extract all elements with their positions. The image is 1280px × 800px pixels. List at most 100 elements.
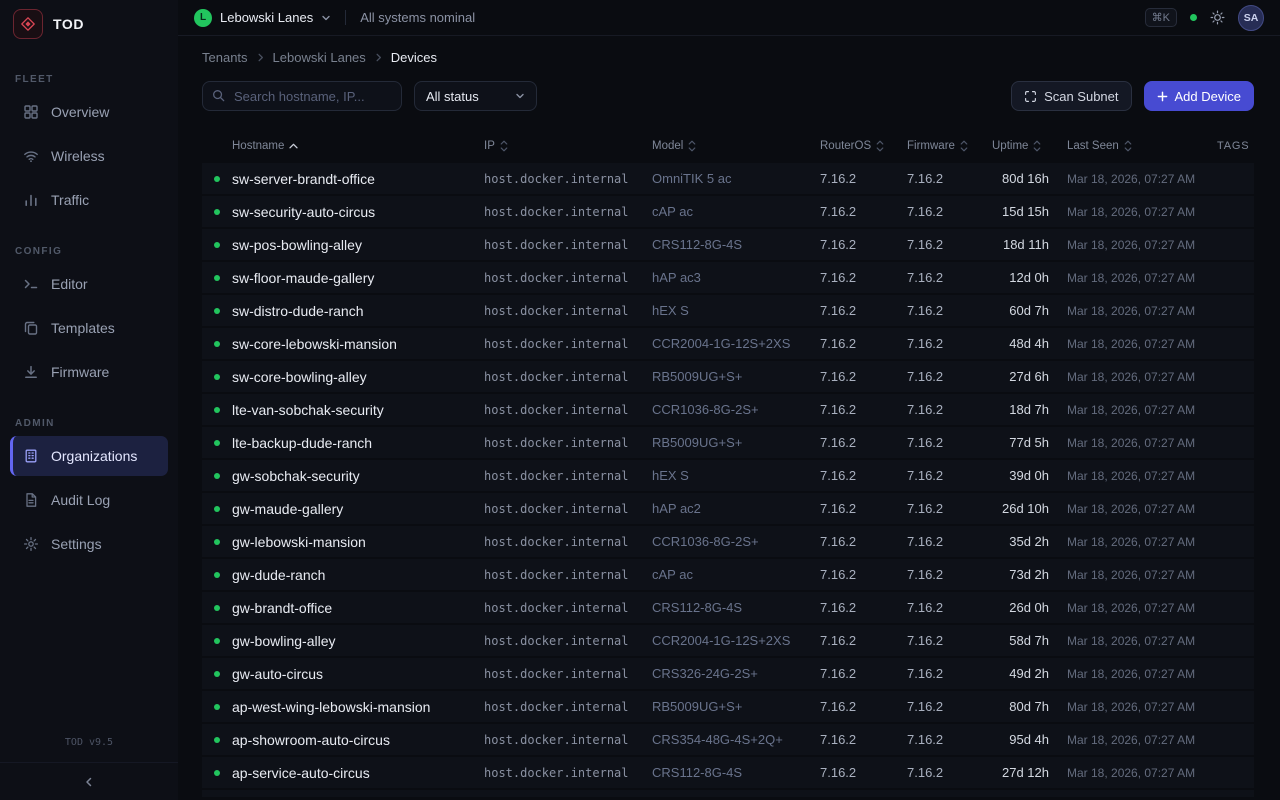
- sidebar-collapse-button[interactable]: [0, 762, 178, 800]
- content: Tenants Lebowski Lanes Devices: [178, 36, 1280, 800]
- command-palette-shortcut[interactable]: ⌘K: [1145, 8, 1177, 27]
- cell-ip: host.docker.internal: [484, 568, 652, 582]
- sidebar-item-organizations[interactable]: Organizations: [10, 436, 168, 476]
- scan-subnet-button[interactable]: Scan Subnet: [1011, 81, 1131, 111]
- breadcrumb-current-devices: Devices: [391, 50, 437, 65]
- table-row-partial: [202, 790, 1254, 797]
- cell-ip: host.docker.internal: [484, 469, 652, 483]
- cell-ip: host.docker.internal: [484, 370, 652, 384]
- cell-hostname: gw-maude-gallery: [232, 501, 484, 517]
- cell-hostname: lte-van-sobchak-security: [232, 402, 484, 418]
- cell-routeros: 7.16.2: [820, 633, 907, 648]
- cell-last-seen: Mar 18, 2026, 07:27 AM: [1067, 238, 1217, 252]
- cell-ip: host.docker.internal: [484, 436, 652, 450]
- search-icon: [212, 89, 225, 102]
- table-row[interactable]: ap-west-wing-lebowski-mansion host.docke…: [202, 691, 1254, 722]
- column-label: Hostname: [232, 140, 284, 152]
- table-row[interactable]: gw-brandt-office host.docker.internal CR…: [202, 592, 1254, 623]
- cell-firmware: 7.16.2: [907, 567, 992, 582]
- sidebar-item-label: Templates: [51, 320, 115, 336]
- sort-asc-icon: [289, 143, 298, 149]
- table-row[interactable]: gw-bowling-alley host.docker.internal CC…: [202, 625, 1254, 656]
- table-row[interactable]: sw-pos-bowling-alley host.docker.interna…: [202, 229, 1254, 260]
- cell-model: CRS112-8G-4S: [652, 237, 820, 252]
- online-status-dot: [214, 638, 220, 644]
- sidebar-item-firmware[interactable]: Firmware: [10, 352, 168, 392]
- topbar-divider: [345, 10, 346, 25]
- sidebar-item-traffic[interactable]: Traffic: [10, 180, 168, 220]
- column-header-model[interactable]: Model: [652, 140, 820, 152]
- table-row[interactable]: gw-auto-circus host.docker.internal CRS3…: [202, 658, 1254, 689]
- online-status-dot: [214, 275, 220, 281]
- table-row[interactable]: sw-distro-dude-ranch host.docker.interna…: [202, 295, 1254, 326]
- cell-model: CRS112-8G-4S: [652, 765, 820, 780]
- table-row[interactable]: lte-backup-dude-ranch host.docker.intern…: [202, 427, 1254, 458]
- sidebar-item-label: Audit Log: [51, 492, 110, 508]
- table-row[interactable]: lte-van-sobchak-security host.docker.int…: [202, 394, 1254, 425]
- sidebar-item-label: Settings: [51, 536, 102, 552]
- cell-hostname: sw-core-lebowski-mansion: [232, 336, 484, 352]
- cell-routeros: 7.16.2: [820, 600, 907, 615]
- cell-routeros: 7.16.2: [820, 765, 907, 780]
- online-status-dot: [214, 440, 220, 446]
- status-cell: [202, 605, 232, 611]
- cell-firmware: 7.16.2: [907, 435, 992, 450]
- status-cell: [202, 275, 232, 281]
- tenant-name: Lebowski Lanes: [220, 10, 313, 25]
- document-icon: [23, 492, 39, 508]
- search-input[interactable]: [202, 81, 402, 111]
- column-header-firmware[interactable]: Firmware: [907, 140, 992, 152]
- sort-icon: [500, 140, 508, 152]
- table-row[interactable]: gw-sobchak-security host.docker.internal…: [202, 460, 1254, 491]
- cell-last-seen: Mar 18, 2026, 07:27 AM: [1067, 436, 1217, 450]
- cell-routeros: 7.16.2: [820, 501, 907, 516]
- column-header-last-seen[interactable]: Last Seen: [1067, 140, 1217, 152]
- system-status-text: All systems nominal: [360, 10, 475, 25]
- table-row[interactable]: gw-maude-gallery host.docker.internal hA…: [202, 493, 1254, 524]
- sidebar-item-audit-log[interactable]: Audit Log: [10, 480, 168, 520]
- building-icon: [23, 448, 39, 464]
- cell-last-seen: Mar 18, 2026, 07:27 AM: [1067, 502, 1217, 516]
- sort-icon: [688, 140, 696, 152]
- table-row[interactable]: sw-server-brandt-office host.docker.inte…: [202, 163, 1254, 194]
- table-row[interactable]: sw-floor-maude-gallery host.docker.inter…: [202, 262, 1254, 293]
- copy-icon: [23, 320, 39, 336]
- cell-uptime: 80d 7h: [992, 699, 1067, 714]
- cell-hostname: lte-backup-dude-ranch: [232, 435, 484, 451]
- online-status-dot: [214, 770, 220, 776]
- status-filter-select[interactable]: All status: [414, 81, 537, 111]
- tenant-switcher[interactable]: L Lebowski Lanes: [194, 9, 331, 27]
- sidebar-item-settings[interactable]: Settings: [10, 524, 168, 564]
- app-name: TOD: [53, 16, 84, 32]
- status-cell: [202, 473, 232, 479]
- status-cell: [202, 242, 232, 248]
- table-row[interactable]: ap-showroom-auto-circus host.docker.inte…: [202, 724, 1254, 755]
- cell-routeros: 7.16.2: [820, 567, 907, 582]
- table-row[interactable]: sw-core-lebowski-mansion host.docker.int…: [202, 328, 1254, 359]
- column-header-ip[interactable]: IP: [484, 140, 652, 152]
- cell-model: CRS112-8G-4S: [652, 600, 820, 615]
- sidebar-item-overview[interactable]: Overview: [10, 92, 168, 132]
- cell-hostname: gw-dude-ranch: [232, 567, 484, 583]
- breadcrumb-tenant-name[interactable]: Lebowski Lanes: [273, 50, 366, 65]
- add-device-button[interactable]: Add Device: [1144, 81, 1254, 111]
- column-header-hostname[interactable]: Hostname: [232, 140, 484, 152]
- cell-routeros: 7.16.2: [820, 336, 907, 351]
- table-row[interactable]: sw-security-auto-circus host.docker.inte…: [202, 196, 1254, 227]
- sidebar-item-wireless[interactable]: Wireless: [10, 136, 168, 176]
- table-row[interactable]: gw-lebowski-mansion host.docker.internal…: [202, 526, 1254, 557]
- sidebar-item-templates[interactable]: Templates: [10, 308, 168, 348]
- column-header-routeros[interactable]: RouterOS: [820, 140, 907, 152]
- table-row[interactable]: gw-dude-ranch host.docker.internal cAP a…: [202, 559, 1254, 590]
- theme-toggle-button[interactable]: [1210, 10, 1225, 25]
- cell-last-seen: Mar 18, 2026, 07:27 AM: [1067, 205, 1217, 219]
- sidebar-item-editor[interactable]: Editor: [10, 264, 168, 304]
- column-label: Last Seen: [1067, 140, 1119, 152]
- user-avatar[interactable]: SA: [1238, 5, 1264, 31]
- column-header-uptime[interactable]: Uptime: [992, 140, 1067, 152]
- online-status-dot: [214, 209, 220, 215]
- table-row[interactable]: ap-service-auto-circus host.docker.inter…: [202, 757, 1254, 788]
- breadcrumb-tenants[interactable]: Tenants: [202, 50, 248, 65]
- table-row[interactable]: sw-core-bowling-alley host.docker.intern…: [202, 361, 1254, 392]
- toolbar: All status Scan Subnet: [202, 81, 1254, 111]
